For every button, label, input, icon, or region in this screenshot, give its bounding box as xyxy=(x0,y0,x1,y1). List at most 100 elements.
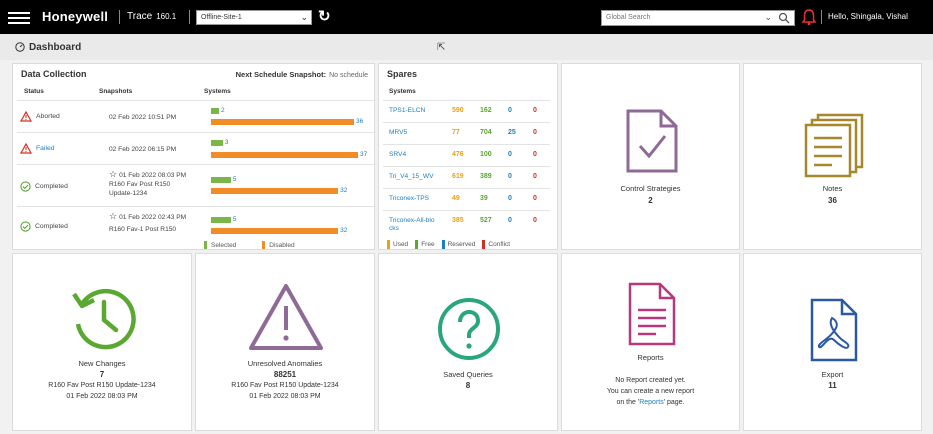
snapshot-line: 02 Feb 2022 06:15 PM xyxy=(109,146,177,153)
spares-used-value: 619 xyxy=(452,173,464,180)
spares-used-value: 476 xyxy=(452,151,464,158)
spares-system-link[interactable]: SRV4 xyxy=(389,151,445,159)
table-row[interactable]: Completed ☆ 01 Feb 2022 02:43 PM R160 Fav… xyxy=(17,206,374,242)
snapshot-cell: ☆ 01 Feb 2022 02:43 PM R160 Fav-1 Post R1… xyxy=(109,212,186,234)
check-circle-icon xyxy=(20,221,31,232)
spares-row[interactable]: Triconex-TPS 49 39 0 0 xyxy=(383,188,550,209)
tile-snapshot-date: 01 Feb 2022 08:03 PM xyxy=(66,393,138,400)
spares-reserved-value: 0 xyxy=(508,195,512,202)
selected-bar xyxy=(211,108,219,114)
next-schedule-value: No schedule xyxy=(329,72,368,79)
spares-row[interactable]: SRV4 476 100 0 0 xyxy=(383,144,550,165)
chart-legend: Selected Disabled xyxy=(204,241,295,249)
spares-row[interactable]: TPS1-ELCN 590 162 0 0 xyxy=(383,100,550,121)
status-text: Completed xyxy=(35,223,68,230)
selected-count: 2 xyxy=(220,107,225,114)
spares-reserved-value: 0 xyxy=(508,107,512,114)
product-version: 160.1 xyxy=(156,12,177,21)
warning-icon xyxy=(249,284,323,350)
reports-tile[interactable]: Reports No Report created yet. You can c… xyxy=(561,253,740,431)
notes-tile[interactable]: Notes 36 xyxy=(743,63,922,250)
table-row[interactable]: Failed 02 Feb 2022 06:15 PM xyxy=(17,132,374,164)
bell-icon[interactable] xyxy=(801,8,817,26)
legend-swatch-used xyxy=(387,240,390,249)
spares-conflict-value: 0 xyxy=(533,107,537,114)
spares-row[interactable]: Triconex-All-blo cks 385 527 0 0 xyxy=(383,210,550,233)
spares-free-value: 162 xyxy=(480,107,492,114)
user-greeting[interactable]: Hello, Shingala, Vishal xyxy=(828,12,908,21)
table-row[interactable]: Aborted 02 Feb 2022 10:51 PM xyxy=(17,100,374,132)
tile-message: No Report created yet. xyxy=(615,377,686,384)
next-schedule-label: Next Schedule Snapshot: xyxy=(235,70,327,79)
spares-system-link[interactable]: Triconex-All-blo cks xyxy=(389,217,445,233)
global-search-input[interactable]: Global Search ⌄ xyxy=(601,10,795,26)
saved-queries-tile[interactable]: Saved Queries 8 xyxy=(378,253,558,431)
reports-link[interactable]: Reports xyxy=(639,399,664,406)
tile-count: 2 xyxy=(648,196,653,205)
column-header-systems: Systems xyxy=(389,88,416,95)
export-tile[interactable]: Export 11 xyxy=(743,253,922,431)
spares-title: Spares xyxy=(387,69,418,79)
legend-swatch-reserved xyxy=(441,240,445,249)
pdf-export-icon xyxy=(810,298,858,362)
column-header-status: Status xyxy=(24,88,44,95)
table-row[interactable]: Completed ☆ 01 Feb 2022 08:03 PM R160 Fav… xyxy=(17,164,374,206)
status-cell: Completed xyxy=(20,221,68,232)
legend-conflict: Conflict xyxy=(488,241,511,248)
selected-count: 5 xyxy=(232,176,237,183)
tile-label: Unresolved Anomalies xyxy=(247,359,323,368)
warning-icon xyxy=(20,111,32,122)
spares-free-value: 704 xyxy=(480,129,492,136)
search-icon[interactable] xyxy=(778,12,790,24)
spares-row[interactable]: Tri_V4_15_WV 619 389 0 0 xyxy=(383,166,550,187)
spares-conflict-value: 0 xyxy=(533,151,537,158)
snapshot-line: 01 Feb 2022 02:43 PM xyxy=(119,214,187,221)
spares-system-link[interactable]: Triconex-TPS xyxy=(389,195,445,203)
status-link[interactable]: Failed xyxy=(36,145,55,152)
menu-icon[interactable] xyxy=(8,9,30,25)
star-icon[interactable]: ☆ xyxy=(109,169,117,179)
snapshot-cell: ☆ 01 Feb 2022 08:03 PM R160 Fav Post R150… xyxy=(109,170,186,198)
search-placeholder: Global Search xyxy=(606,14,651,21)
chevron-down-icon[interactable]: ⌄ xyxy=(764,12,772,23)
status-text: Completed xyxy=(35,183,68,190)
spares-system-link[interactable]: Tri_V4_15_WV xyxy=(389,173,445,181)
tile-message: on the 'Reports' page. xyxy=(562,398,739,408)
spares-system-link[interactable]: TPS1-ELCN xyxy=(389,107,445,115)
status-cell[interactable]: Failed xyxy=(20,143,55,154)
disabled-bar xyxy=(211,152,358,158)
divider xyxy=(821,10,822,24)
brand-logo: Honeywell xyxy=(42,9,109,24)
snapshot-line: 01 Feb 2022 08:03 PM xyxy=(119,172,187,179)
disabled-bar xyxy=(211,228,339,234)
site-select[interactable]: Offline-Site-1 ⌄ xyxy=(196,10,312,25)
spares-row[interactable]: MRV5 77 704 25 0 xyxy=(383,122,550,143)
chevron-down-icon: ⌄ xyxy=(300,12,308,22)
spares-system-link[interactable]: MRV5 xyxy=(389,129,445,137)
legend-selected: Selected xyxy=(211,242,237,249)
disabled-count: 32 xyxy=(340,187,348,194)
tile-message: You can create a new report xyxy=(606,388,695,395)
legend-swatch-conflict xyxy=(482,240,486,249)
tile-snapshot-name: R160 Fav Post R150 Update-1234 xyxy=(48,382,156,389)
divider xyxy=(119,10,120,24)
tile-label: New Changes xyxy=(78,359,126,368)
star-icon[interactable]: ☆ xyxy=(109,211,117,221)
dashboard-icon xyxy=(15,42,25,52)
tile-count: 36 xyxy=(828,196,837,205)
disabled-count: 32 xyxy=(340,227,348,234)
status-cell: Completed xyxy=(20,181,68,192)
spares-conflict-value: 0 xyxy=(533,129,537,136)
top-bar: Honeywell Trace 160.1 Offline-Site-1 ⌄ ↻ … xyxy=(0,0,933,34)
page-title: Dashboard xyxy=(29,42,82,53)
refresh-icon[interactable]: ↻ xyxy=(318,7,331,25)
spares-used-value: 385 xyxy=(452,217,464,224)
column-header-systems: Systems xyxy=(204,88,231,95)
unresolved-anomalies-tile[interactable]: Unresolved Anomalies 88251 R160 Fav Post… xyxy=(195,253,375,431)
new-changes-tile[interactable]: New Changes 7 R160 Fav Post R150 Update-… xyxy=(12,253,192,431)
snapshot-line: R160 Fav Post R150 xyxy=(109,181,171,188)
warning-icon xyxy=(20,143,32,154)
legend-disabled: Disabled xyxy=(269,242,295,249)
product-name: Trace 160.1 xyxy=(127,11,176,22)
control-strategies-tile[interactable]: Control Strategies 2 xyxy=(561,63,740,250)
